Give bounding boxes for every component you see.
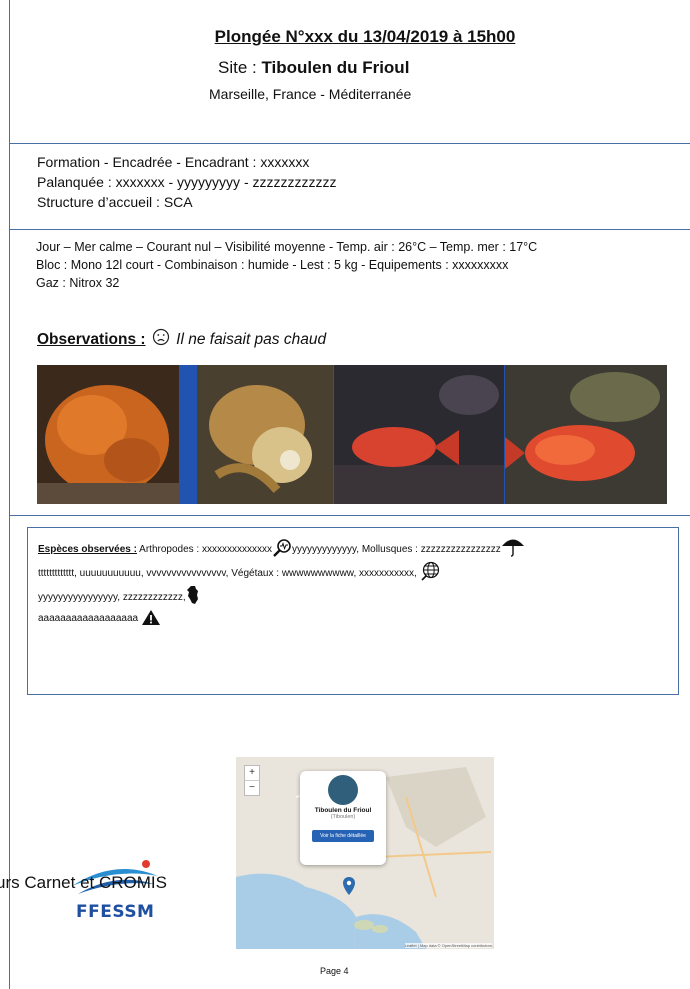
map-attribution: Leaflet | Map data © OpenStreetMap contr… [404, 943, 492, 948]
site-label: Site : [218, 58, 262, 77]
divider [9, 515, 690, 516]
page-number: Page 4 [320, 966, 349, 976]
map-popup: Tiboulen du Frioul (Tiboulen) Voir la fi… [300, 771, 386, 865]
popup-button[interactable]: Voir la fiche détaillée [312, 830, 374, 842]
popup-subtitle: (Tiboulen) [330, 814, 356, 820]
species-label: Espèces observées : [38, 544, 137, 555]
species-more: yyyyyyyyyyyyyyyy, zzzzzzzzzzzz, [38, 592, 186, 603]
location-map[interactable]: + − Tiboulen du Frioul (Tiboulen) Voir l… [236, 757, 494, 949]
umbrella-icon[interactable] [501, 537, 525, 561]
conditions: Jour – Mer calme – Courant nul – Visibil… [36, 238, 537, 292]
conditions-line: Jour – Mer calme – Courant nul – Visibil… [36, 240, 538, 254]
observations-text: Il ne faisait pas chaud [176, 331, 327, 348]
zoom-out-button[interactable]: − [245, 781, 259, 795]
gas-line: Gaz : Nitrox 32 [36, 276, 120, 290]
formation-line: Formation - Encadrée - Encadrant : xxxxx… [37, 154, 310, 170]
site-thumbnail [328, 775, 358, 805]
photo-strip [37, 365, 667, 504]
dive-info: Formation - Encadrée - Encadrant : xxxxx… [37, 152, 337, 212]
sad-face-icon [152, 328, 170, 351]
palanquee-line: Palanquée : xxxxxxx - yyyyyyyyy - zzzzzz… [37, 174, 337, 190]
site-location: Marseille, France - Méditerranée [209, 86, 412, 102]
warning-icon[interactable] [141, 609, 161, 630]
magnifier-icon[interactable] [272, 539, 292, 561]
site-line: Site : Tiboulen du Frioul [218, 58, 409, 78]
structure-line: Structure d’accueil : SCA [37, 194, 193, 210]
species-other: aaaaaaaaaaaaaaaaaa [38, 613, 139, 624]
ffessm-logo-text: FFESSM [76, 902, 155, 922]
red-fish-closeup-photo [505, 365, 667, 504]
corsica-icon[interactable] [186, 585, 200, 609]
octopus-photo [197, 365, 333, 504]
zoom-control: + − [244, 765, 260, 796]
orange-sponge-photo [37, 365, 179, 504]
observations-label: Observations : [37, 331, 146, 348]
red-fish-photo [334, 365, 504, 504]
zoom-in-button[interactable]: + [245, 766, 259, 781]
species-mollusques: yyyyyyyyyyyyy, Mollusques : zzzzzzzzzzzz… [292, 544, 501, 555]
species-arthropodes: Arthropodes : xxxxxxxxxxxxxx [136, 544, 272, 555]
dive-title: Plongée N°xxx du 13/04/2019 à 15h00 [214, 27, 516, 46]
species-vegetaux: ttttttttttttt, uuuuuuuuuuu, vvvvvvvvvvvv… [38, 568, 417, 579]
popup-title: Tiboulen du Frioul [314, 807, 372, 814]
divider [9, 229, 690, 230]
overlapping-text: urs Carnet et CROMIS [0, 873, 167, 892]
observations: Observations : Il ne faisait pas chaud [37, 328, 326, 351]
site-name: Tiboulen du Frioul [261, 58, 410, 77]
species-box: Espèces observées : Arthropodes : xxxxxx… [27, 527, 679, 695]
divider [9, 143, 690, 144]
globe-icon[interactable] [420, 561, 440, 585]
equipment-line: Bloc : Mono 12l court - Combinaison : hu… [36, 258, 509, 272]
